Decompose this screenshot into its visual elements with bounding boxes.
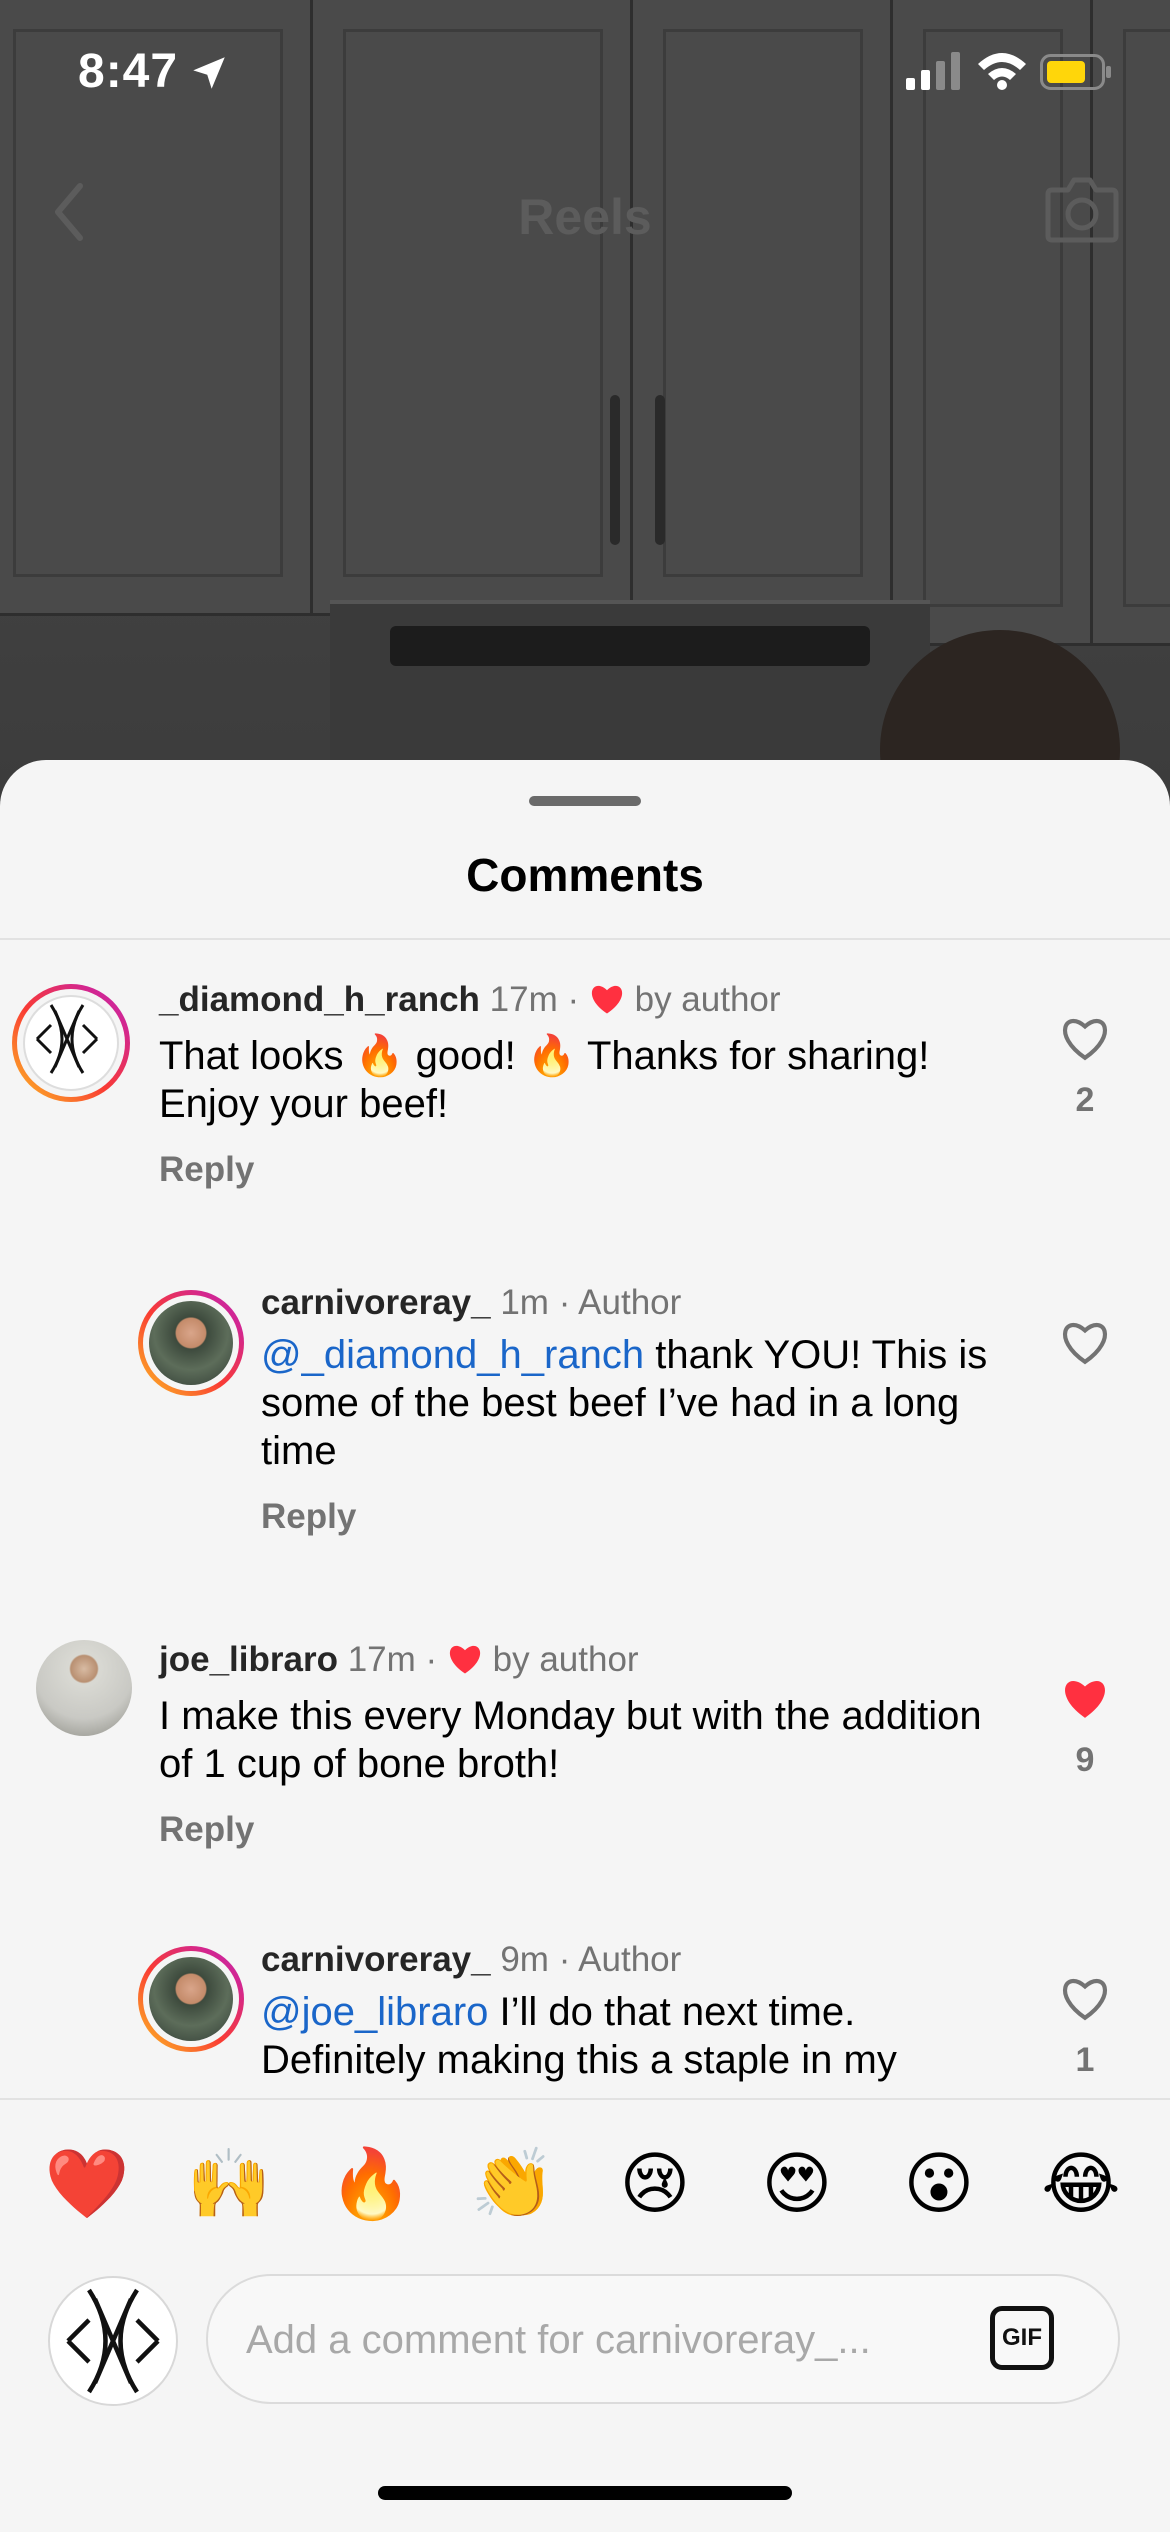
sheet-title: Comments [466, 849, 704, 901]
fire-emoji: 🔥 [526, 1034, 577, 1078]
comment-composer: GIF [0, 2238, 1170, 2418]
emoji-laughing[interactable]: 😂 [1036, 2144, 1126, 2224]
emoji-heart-eyes[interactable]: 😍 [752, 2144, 842, 2224]
like-count: 9 [1075, 1741, 1095, 1779]
cabinet-handle [655, 395, 665, 545]
emoji-crying[interactable]: 😢 [610, 2144, 700, 2224]
heart-filled-icon [1065, 1681, 1105, 1718]
comment-input-wrapper: GIF [206, 2274, 1120, 2404]
reels-title: Reels [518, 189, 652, 245]
location-arrow-icon [188, 52, 230, 99]
emoji-clap[interactable]: 👏 [468, 2144, 558, 2224]
heart-icon [447, 1643, 483, 1684]
mention-link[interactable]: @_diamond_h_ranch [261, 1333, 644, 1377]
comment-meta: joe_libraro 17m · by author [159, 1640, 1019, 1684]
wifi-icon [976, 50, 1028, 95]
author-badge: Author [578, 1940, 682, 1979]
battery-icon [1040, 54, 1112, 95]
comment-meta: carnivoreray_ 1m · Author [261, 1283, 682, 1322]
like-button[interactable]: 9 [1055, 1676, 1115, 1780]
home-indicator [378, 2486, 792, 2500]
author-badge: Author [578, 1283, 682, 1322]
comment-meta: _diamond_h_ranch 17m · by author [159, 980, 1019, 1024]
avatar [23, 995, 119, 1091]
comment-time: 17m [347, 1640, 416, 1679]
story-ring[interactable] [12, 984, 130, 1102]
mention-link[interactable]: @joe_libraro [261, 1990, 488, 2034]
ranch-logo-icon [35, 1004, 99, 1074]
story-ring[interactable] [138, 1290, 244, 1396]
like-button[interactable]: 1 [1055, 1976, 1115, 2080]
comment-time: 17m [489, 980, 558, 1019]
emoji-heart[interactable]: ❤️ [42, 2144, 132, 2224]
comment-text: I make this every Monday but with the ad… [159, 1694, 982, 1786]
comment-username[interactable]: _diamond_h_ranch [159, 980, 480, 1019]
story-ring[interactable] [138, 1946, 244, 2052]
like-count: 2 [1075, 1081, 1095, 1119]
liked-by-author-badge: by author [492, 1640, 639, 1679]
heart-icon [1063, 1019, 1107, 1061]
gif-button[interactable]: GIF [990, 2306, 1054, 2370]
heart-icon [1063, 1323, 1107, 1365]
like-count: 1 [1075, 2041, 1095, 2079]
reply-button[interactable]: Reply [261, 1497, 1021, 1537]
comment-time: 1m [500, 1283, 549, 1322]
comment-username[interactable]: carnivoreray_ [261, 1940, 491, 1979]
avatar [149, 1301, 233, 1385]
liked-by-author-badge: by author [634, 980, 781, 1019]
heart-icon [589, 983, 625, 1024]
camera-icon[interactable] [1044, 174, 1120, 249]
like-button[interactable] [1055, 1320, 1115, 1371]
comment-meta: carnivoreray_ 9m · Author [261, 1940, 682, 1979]
fire-emoji: 🔥 [354, 1034, 405, 1078]
reply-button[interactable]: Reply [159, 1810, 1019, 1850]
comment-text: @_diamond_h_ranch thank YOU! This is som… [261, 1333, 988, 1473]
my-avatar [48, 2276, 178, 2406]
reply-button[interactable]: Reply [159, 1150, 1019, 1190]
avatar [149, 1957, 233, 2041]
heart-icon [1063, 1979, 1107, 2021]
reels-top-nav: Reels [0, 170, 1170, 260]
comments-list[interactable]: _diamond_h_ranch 17m · by author That lo… [0, 940, 1170, 2100]
emoji-raised-hands[interactable]: 🙌 [184, 2144, 274, 2224]
status-bar: 8:47 [0, 0, 1170, 140]
comment-text: That looks 🔥 good! 🔥 Thanks for sharing!… [159, 1034, 930, 1126]
sheet-grabber[interactable] [529, 796, 641, 806]
comment-username[interactable]: carnivoreray_ [261, 1283, 491, 1322]
comment-username[interactable]: joe_libraro [159, 1640, 338, 1679]
cabinet-handle [610, 395, 620, 545]
comment-input[interactable] [244, 2304, 948, 2376]
comment-text: @joe_libraro I’ll do that next time. Def… [261, 1990, 897, 2082]
comments-sheet: Comments _diamond_h_ranch 17m · by autho… [0, 760, 1170, 2532]
emoji-reaction-bar: ❤️ 🙌 🔥 👏 😢 😍 😮 😂 [0, 2098, 1170, 2240]
like-button[interactable]: 2 [1055, 1016, 1115, 1120]
avatar[interactable] [36, 1640, 132, 1736]
emoji-surprised[interactable]: 😮 [894, 2144, 984, 2224]
signal-icon [906, 52, 962, 95]
ranch-logo-icon [66, 2288, 160, 2394]
emoji-fire[interactable]: 🔥 [326, 2144, 416, 2224]
status-time: 8:47 [78, 45, 179, 98]
comment-time: 9m [500, 1940, 549, 1979]
